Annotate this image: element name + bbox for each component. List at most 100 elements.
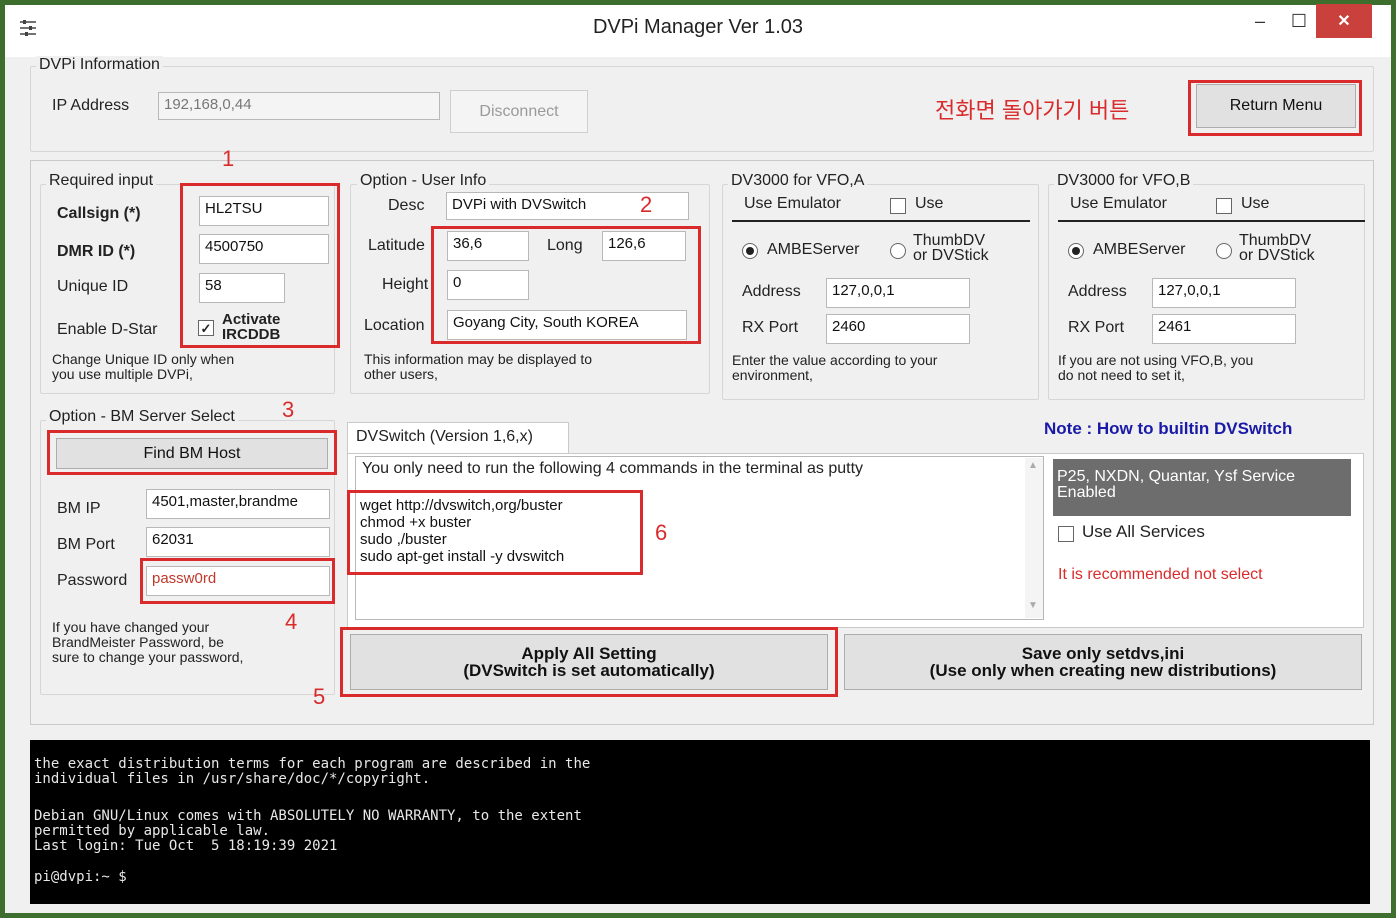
activate-line2: IRCDDB — [222, 326, 281, 343]
vfo-b-ambeserver-label: AMBEServer — [1093, 241, 1186, 258]
user-info-label: Option - User Info — [357, 172, 490, 190]
vfo-a-note: Enter the value according to your enviro… — [732, 353, 937, 383]
ip-address-field[interactable]: 192,168,0,44 — [158, 92, 440, 120]
save-setdvs-button[interactable]: Save only setdvs,ini (Use only when crea… — [844, 634, 1362, 690]
vfo-a-use-label: Use — [915, 195, 944, 212]
command-line: chmod +x buster — [360, 514, 472, 531]
callsign-field[interactable]: HL2TSU — [199, 196, 329, 226]
longitude-field[interactable]: 126,6 — [602, 231, 686, 261]
vfo-b-thumbdv-radio[interactable] — [1216, 243, 1232, 259]
annotation-marker-6: 6 — [655, 520, 668, 545]
terminal-line: the exact distribution terms for each pr… — [34, 756, 591, 772]
annotation-return-text: 전화면 돌아가기 버튼 — [935, 98, 1130, 123]
vfo-b-note-line2: do not need to set it, — [1058, 367, 1185, 383]
dvpi-info-label: DVPi Information — [36, 56, 163, 74]
close-button[interactable]: ✕ — [1316, 4, 1372, 38]
scroll-down-icon[interactable]: ▼ — [1028, 600, 1038, 611]
user-note-line1: This information may be displayed to — [364, 351, 592, 367]
latitude-field[interactable]: 36,6 — [447, 231, 529, 261]
services-line2: Enabled — [1057, 484, 1116, 501]
bm-ip-field[interactable]: 4501,master,brandme — [146, 489, 330, 519]
height-label: Height — [382, 276, 429, 293]
bm-server-label: Option - BM Server Select — [46, 408, 238, 426]
bm-password-note: If you have changed your BrandMeister Pa… — [52, 620, 243, 665]
password-field[interactable]: passw0rd — [146, 566, 330, 596]
terminal-line: Debian GNU/Linux comes with ABSOLUTELY N… — [34, 808, 582, 824]
commands-scrollbar[interactable] — [1025, 458, 1043, 618]
unique-note-line2: you use multiple DVPi, — [52, 366, 193, 382]
vfo-a-address-field[interactable]: 127,0,0,1 — [826, 278, 970, 308]
location-label: Location — [364, 317, 425, 334]
annotation-marker-5: 5 — [313, 684, 326, 709]
bm-port-field[interactable]: 62031 — [146, 527, 330, 557]
apply-line2: (DVSwitch is set automatically) — [463, 661, 715, 680]
command-line: sudo apt-get install -y dvswitch — [360, 548, 565, 565]
vfo-b-rxport-label: RX Port — [1068, 319, 1125, 336]
vfo-a-note-line1: Enter the value according to your — [732, 352, 938, 368]
terminal-spacer — [34, 787, 1366, 809]
vfo-b-rxport-field[interactable]: 2461 — [1152, 314, 1296, 344]
dvswitch-intro: You only need to run the following 4 com… — [362, 460, 864, 477]
callsign-label: Callsign (*) — [57, 205, 141, 222]
apply-all-setting-button[interactable]: Apply All Setting (DVSwitch is set autom… — [350, 634, 828, 690]
vfo-a-rxport-field[interactable]: 2460 — [826, 314, 970, 344]
latitude-label: Latitude — [368, 237, 425, 254]
services-recommendation: It is recommended not select — [1058, 566, 1263, 583]
vfo-b-ambeserver-radio[interactable] — [1068, 243, 1084, 259]
bm-note-line3: sure to change your password, — [52, 649, 244, 665]
vfo-b-thumb-line2: or DVStick — [1239, 247, 1315, 264]
maximize-button[interactable]: ☐ — [1282, 4, 1316, 38]
find-bm-host-button[interactable]: Find BM Host — [56, 438, 328, 469]
vfo-b-divider — [1058, 220, 1365, 222]
vfo-a-ambeserver-label: AMBEServer — [767, 241, 860, 258]
annotation-marker-3: 3 — [282, 397, 295, 422]
vfo-b-address-field[interactable]: 127,0,0,1 — [1152, 278, 1296, 308]
use-all-services-label: Use All Services — [1082, 522, 1205, 541]
activate-line1: Activate — [222, 311, 281, 328]
annotation-marker-4: 4 — [285, 609, 298, 634]
unique-id-field[interactable]: 58 — [199, 273, 285, 303]
vfo-a-ambeserver-radio[interactable] — [742, 243, 758, 259]
height-field[interactable]: 0 — [447, 270, 529, 300]
vfo-a-label: DV3000 for VFO,A — [728, 172, 868, 190]
dmr-id-field[interactable]: 4500750 — [199, 234, 329, 264]
services-line1: P25, NXDN, Quantar, Ysf Service — [1057, 468, 1296, 485]
minimize-button[interactable]: – — [1243, 4, 1277, 38]
vfo-b-note-line1: If you are not using VFO,B, you — [1058, 352, 1254, 368]
command-line: sudo ,/buster — [360, 531, 447, 548]
vfo-a-divider — [732, 220, 1030, 222]
location-field[interactable]: Goyang City, South KOREA — [447, 310, 687, 340]
vfo-b-emulator-label: Use Emulator — [1070, 195, 1167, 212]
required-input-label: Required input — [46, 172, 157, 190]
desc-field[interactable]: DVPi with DVSwitch — [446, 192, 689, 220]
dmr-id-label: DMR ID (*) — [57, 243, 136, 260]
desc-label: Desc — [388, 197, 425, 214]
activate-ircddb-label: Activate IRCDDB — [222, 312, 280, 342]
terminal-line: individual files in /usr/share/doc/*/cop… — [34, 771, 431, 787]
vfo-a-thumb-line1: ThumbDV — [913, 232, 986, 249]
terminal-spacer — [34, 854, 1366, 870]
vfo-a-thumb-line2: or DVStick — [913, 247, 989, 264]
longitude-label: Long — [547, 237, 583, 254]
tab-dvswitch[interactable]: DVSwitch (Version 1,6,x) — [347, 422, 569, 454]
unique-id-note: Change Unique ID only when you use multi… — [52, 352, 234, 382]
vfo-a-use-checkbox[interactable] — [890, 198, 906, 214]
vfo-a-thumbdv-radio[interactable] — [890, 243, 906, 259]
save-line2: (Use only when creating new distribution… — [929, 661, 1277, 680]
vfo-b-note: If you are not using VFO,B, you do not n… — [1058, 353, 1253, 383]
vfo-b-use-checkbox[interactable] — [1216, 198, 1232, 214]
terminal-console[interactable]: the exact distribution terms for each pr… — [30, 740, 1370, 904]
vfo-b-thumb-line1: ThumbDV — [1239, 232, 1312, 249]
use-all-services-checkbox[interactable] — [1058, 526, 1074, 542]
activate-ircddb-checkbox[interactable]: ✓ — [198, 320, 214, 336]
apply-line1: Apply All Setting — [521, 644, 657, 663]
terminal-prompt: pi@dvpi:~ $ — [34, 869, 127, 885]
disconnect-button[interactable]: Disconnect — [450, 90, 588, 133]
window-title: DVPi Manager Ver 1.03 — [592, 16, 804, 38]
vfo-a-thumbdv-label: ThumbDV or DVStick — [913, 232, 989, 264]
command-list: wget http://dvswitch,org/buster chmod +x… — [360, 497, 564, 565]
vfo-b-label: DV3000 for VFO,B — [1054, 172, 1194, 190]
return-menu-button[interactable]: Return Menu — [1196, 84, 1356, 128]
scroll-up-icon[interactable]: ▲ — [1028, 460, 1038, 471]
vfo-a-address-label: Address — [742, 283, 801, 300]
